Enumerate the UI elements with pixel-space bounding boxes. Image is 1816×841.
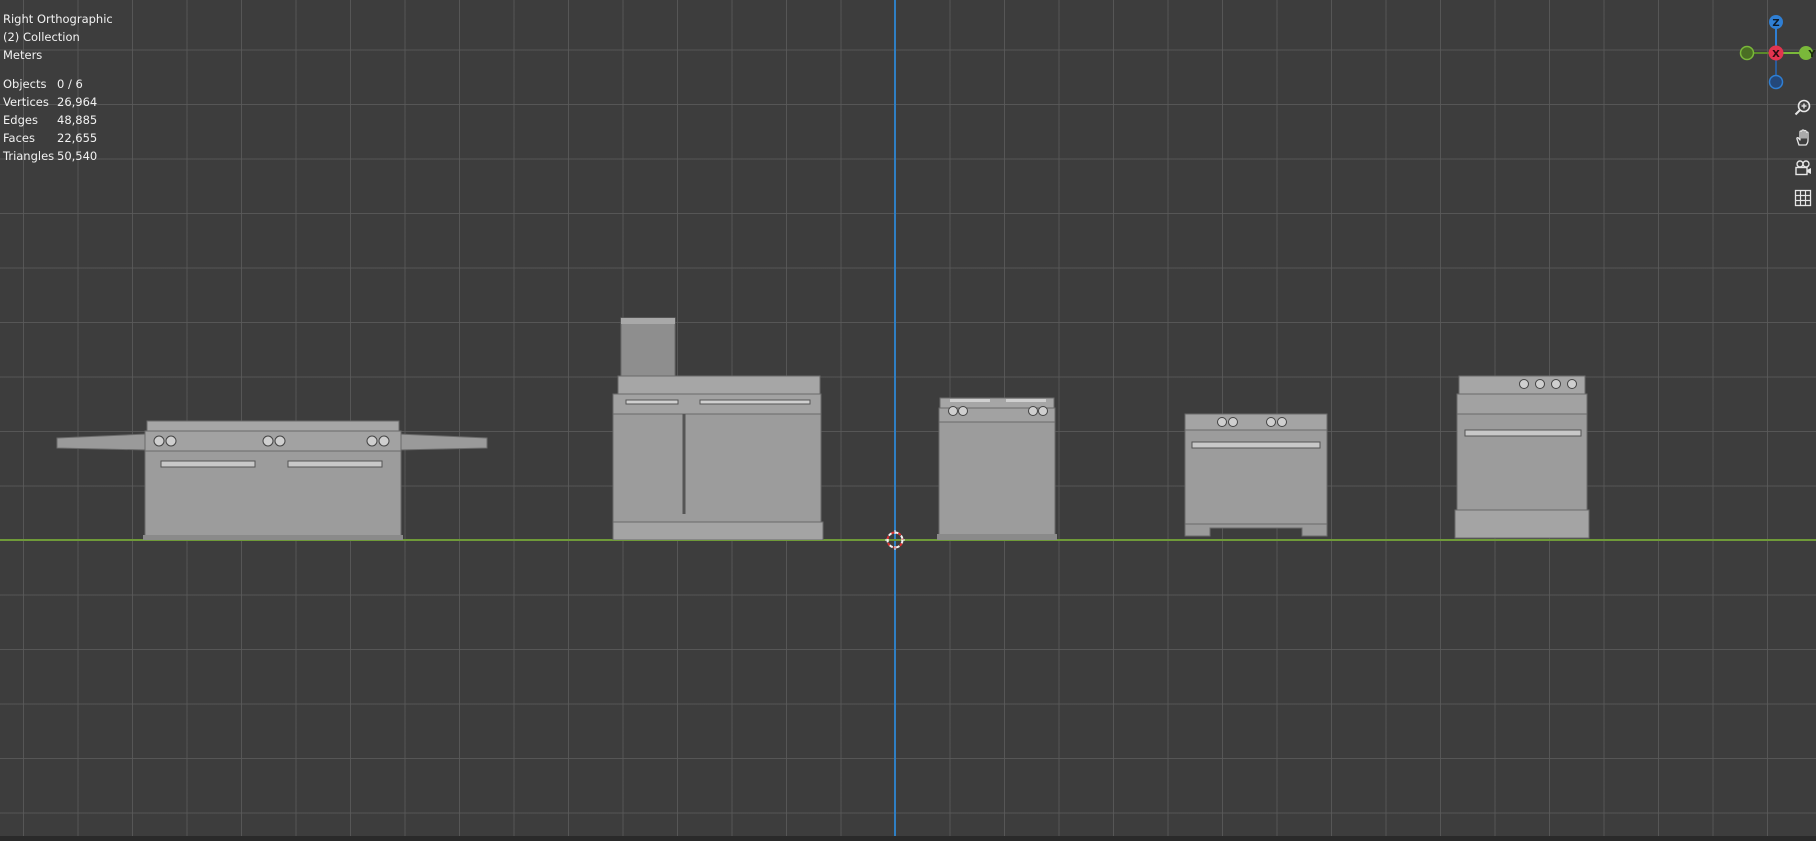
z-axis-line	[894, 0, 896, 841]
stat-vertices: Vertices 26,964	[3, 95, 98, 109]
grid-icon	[1794, 189, 1812, 207]
range-with-side-shelves-mesh[interactable]	[55, 415, 490, 540]
neg-y-axis-handle[interactable]	[1739, 45, 1755, 61]
collection-name: (2) Collection	[3, 30, 80, 44]
stat-faces: Faces 22,655	[3, 131, 98, 145]
y-axis-label: Y	[1807, 49, 1816, 60]
stat-edges: Edges 48,885	[3, 113, 98, 127]
stat-objects: Objects 0 / 6	[3, 77, 83, 91]
neg-z-axis-handle[interactable]	[1768, 74, 1784, 90]
zoom-in-icon	[1794, 99, 1811, 116]
viewport-info: Right Orthographic (2) Collection Meters	[3, 10, 113, 64]
double-range-with-riser-mesh[interactable]	[610, 316, 825, 540]
view-name: Right Orthographic	[3, 12, 113, 26]
x-axis-label: X	[1772, 49, 1780, 60]
tall-range-mesh[interactable]	[1453, 374, 1591, 540]
stat-triangles: Triangles 50,540	[3, 149, 98, 163]
3d-viewport[interactable]: Right Orthographic (2) Collection Meters…	[0, 0, 1816, 841]
pan-button[interactable]	[1790, 125, 1816, 151]
scene-statistics: Objects 0 / 6 Vertices 26,964 Edges 48,885 …	[3, 75, 97, 165]
compact-range-mesh[interactable]	[936, 396, 1060, 540]
units-label: Meters	[3, 48, 43, 62]
low-range-mesh[interactable]	[1182, 412, 1330, 540]
zoom-button[interactable]	[1790, 95, 1816, 121]
navigation-gizmo[interactable]: Z X Y	[1736, 12, 1816, 92]
viewport-bottom-border	[0, 836, 1816, 841]
ortho-toggle-button[interactable]	[1790, 185, 1816, 211]
camera-icon	[1795, 160, 1811, 176]
camera-view-button[interactable]	[1790, 155, 1816, 181]
3d-cursor[interactable]	[885, 530, 905, 550]
z-axis-label: Z	[1772, 18, 1779, 29]
hand-icon	[1796, 129, 1809, 146]
